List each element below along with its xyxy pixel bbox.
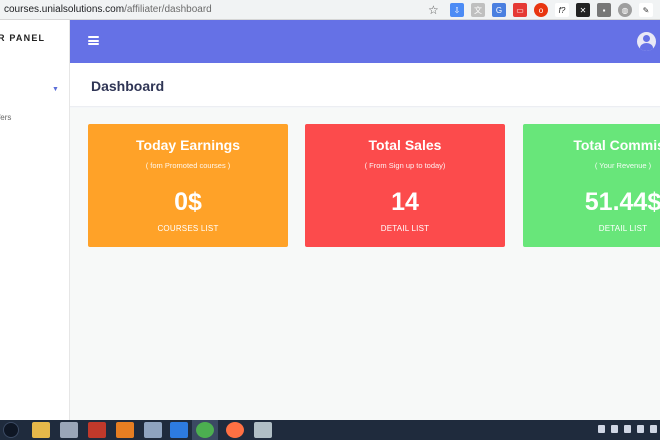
system-tray: [598, 425, 657, 433]
firefox-icon[interactable]: [226, 422, 244, 438]
globe-icon[interactable]: ◍: [618, 3, 632, 17]
app-icon-1[interactable]: [60, 422, 78, 438]
courses-list-link[interactable]: COURSES LIST: [88, 224, 288, 233]
opera-icon[interactable]: o: [534, 3, 548, 17]
tray-icon[interactable]: [637, 425, 644, 433]
detail-list-link[interactable]: DETAIL LIST: [305, 224, 505, 233]
top-header-bar: [70, 20, 660, 63]
card-today-earnings: Today Earnings ( fom Promoted courses ) …: [88, 124, 288, 247]
card-value: 0$: [174, 188, 202, 216]
chrome-icon[interactable]: [196, 422, 214, 438]
card-value: 14: [391, 188, 419, 216]
url-host: courses.unialsolutions.com: [4, 4, 125, 15]
card-title: Total Sales: [368, 137, 442, 153]
bookmark-star-icon[interactable]: ☆: [428, 3, 439, 17]
tray-icon[interactable]: [650, 425, 657, 433]
translate2-icon[interactable]: G: [492, 3, 506, 17]
tray-icon[interactable]: [598, 425, 605, 433]
tray-icon[interactable]: [624, 425, 631, 433]
card-total-sales: Total Sales ( From Sign up to today) 14 …: [305, 124, 505, 247]
extension-icon[interactable]: ✕: [576, 3, 590, 17]
app-icon-5[interactable]: [254, 422, 272, 438]
tray-icon[interactable]: [611, 425, 618, 433]
fx-icon[interactable]: f?: [555, 3, 569, 17]
tool-icon[interactable]: ✎: [639, 3, 653, 17]
brand-title: R PANEL: [0, 33, 46, 43]
media-icon[interactable]: ▪: [597, 3, 611, 17]
app-icon-2[interactable]: [88, 422, 106, 438]
detail-list-link[interactable]: DETAIL LIST: [523, 224, 660, 233]
card-value: 51.44$: [584, 188, 660, 216]
sidebar-item-offers[interactable]: ffers: [0, 113, 11, 122]
file-explorer-icon[interactable]: [32, 422, 50, 438]
card-total-commission: Total Commiss ( Your Revenue ) 51.44$ DE…: [523, 124, 660, 247]
translate-icon[interactable]: 文: [471, 3, 485, 17]
chat-icon[interactable]: ▭: [513, 3, 527, 17]
vscode-icon[interactable]: [170, 422, 188, 438]
page-title: Dashboard: [91, 78, 165, 94]
app-icon-4[interactable]: [144, 422, 162, 438]
extension-toolbar: ⇩ 文 G ▭ o f? ✕ ▪ ◍ ✎ ●: [450, 3, 660, 17]
card-subtitle: ( Your Revenue ): [594, 161, 652, 170]
chevron-down-icon[interactable]: ▼: [52, 86, 59, 93]
os-taskbar: [0, 420, 660, 440]
sidebar: R PANEL ▼ ffers s: [0, 20, 70, 420]
card-subtitle: ( fom Promoted courses ): [145, 161, 231, 170]
screen: courses.unialsolutions.com/affiliater/da…: [0, 0, 660, 440]
start-button-icon[interactable]: [3, 422, 19, 438]
card-title: Total Commiss: [573, 137, 660, 153]
url-text[interactable]: courses.unialsolutions.com/affiliater/da…: [0, 4, 212, 15]
hamburger-icon[interactable]: [88, 36, 99, 45]
card-subtitle: ( From Sign up to today): [364, 161, 446, 170]
app-icon-3[interactable]: [116, 422, 134, 438]
url-path: /affiliater/dashboard: [124, 4, 212, 15]
card-title: Today Earnings: [136, 137, 240, 153]
user-avatar-icon[interactable]: [637, 32, 656, 51]
download-icon[interactable]: ⇩: [450, 3, 464, 17]
